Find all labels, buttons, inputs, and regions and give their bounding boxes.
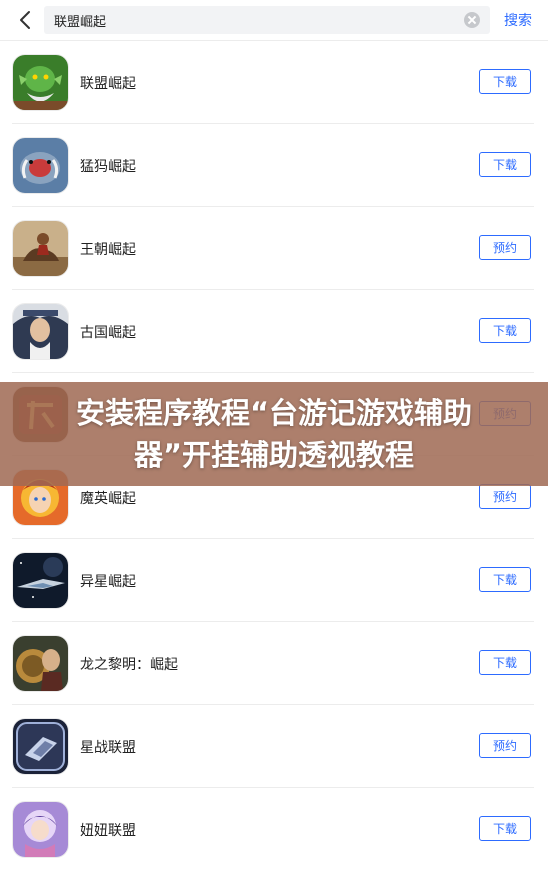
app-name: 异星崛起: [80, 574, 136, 590]
download-button[interactable]: 下载: [479, 318, 531, 343]
download-button[interactable]: 下载: [479, 152, 531, 177]
list-item[interactable]: 古国崛起 下载: [0, 290, 548, 373]
app-icon: [13, 802, 68, 857]
search-field: [44, 6, 490, 34]
download-button[interactable]: 下载: [479, 816, 531, 841]
app-name: 妞妞联盟: [80, 823, 136, 839]
overlay-banner: 安装程序教程“台游记游戏辅助器”开挂辅助透视教程: [0, 382, 548, 486]
download-button[interactable]: 下载: [479, 69, 531, 94]
app-icon: [13, 719, 68, 774]
app-name: 王朝崛起: [80, 242, 136, 258]
reserve-button[interactable]: 预约: [479, 235, 531, 260]
app-icon: [13, 553, 68, 608]
list-item[interactable]: 星战联盟 预约: [0, 705, 548, 788]
list-item[interactable]: 妞妞联盟 下载: [0, 788, 548, 871]
banner-text: 安装程序教程“台游记游戏辅助器”开挂辅助透视教程: [75, 396, 473, 472]
app-name: 猛犸崛起: [80, 159, 136, 175]
app-name: 联盟崛起: [80, 76, 136, 92]
search-button[interactable]: 搜索: [504, 10, 532, 30]
app-icon: [13, 304, 68, 359]
app-icon: [13, 221, 68, 276]
reserve-button[interactable]: 预约: [479, 484, 531, 509]
search-bar: 搜索: [0, 0, 548, 41]
download-button[interactable]: 下载: [479, 650, 531, 675]
search-input[interactable]: [54, 6, 454, 34]
download-button[interactable]: 下载: [479, 567, 531, 592]
app-name: 古国崛起: [80, 325, 136, 341]
list-item[interactable]: 联盟崛起 下载: [0, 41, 548, 124]
list-item[interactable]: 王朝崛起 预约: [0, 207, 548, 290]
app-name: 魔英崛起: [80, 491, 136, 507]
app-name: 星战联盟: [80, 740, 136, 756]
reserve-button[interactable]: 预约: [479, 733, 531, 758]
back-button[interactable]: [14, 8, 36, 32]
list-item[interactable]: 猛犸崛起 下载: [0, 124, 548, 207]
app-icon: [13, 636, 68, 691]
app-icon: [13, 55, 68, 110]
app-name: 龙之黎明：崛起: [80, 657, 178, 673]
chevron-left-icon: [20, 11, 30, 29]
clear-icon[interactable]: [464, 12, 480, 28]
list-item[interactable]: 龙之黎明：崛起 下载: [0, 622, 548, 705]
app-icon: [13, 138, 68, 193]
list-item[interactable]: 异星崛起 下载: [0, 539, 548, 622]
